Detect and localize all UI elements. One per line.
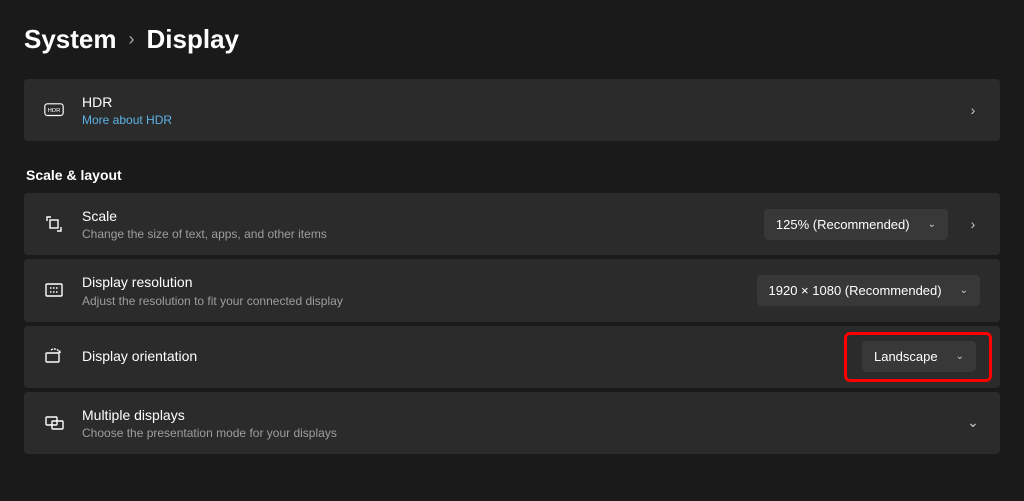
section-scale-layout: Scale & layout [26, 167, 1000, 183]
resolution-value: 1920 × 1080 (Recommended) [769, 283, 942, 298]
orientation-value: Landscape [874, 349, 938, 364]
page-title: Display [147, 24, 240, 55]
scale-row[interactable]: Scale Change the size of text, apps, and… [24, 193, 1000, 255]
multiple-displays-icon [44, 413, 64, 433]
scale-value: 125% (Recommended) [776, 217, 910, 232]
breadcrumb: System › Display [24, 24, 1000, 55]
orientation-title: Display orientation [82, 347, 862, 365]
hdr-icon: HDR [44, 100, 64, 120]
multiple-title: Multiple displays [82, 406, 948, 424]
chevron-down-icon: ⌄ [960, 285, 968, 296]
scale-title: Scale [82, 207, 764, 225]
orientation-dropdown[interactable]: Landscape ⌄ [862, 341, 976, 372]
breadcrumb-parent[interactable]: System [24, 24, 117, 55]
resolution-dropdown[interactable]: 1920 × 1080 (Recommended) ⌄ [757, 275, 980, 306]
chevron-right-icon: › [129, 29, 135, 50]
hdr-title: HDR [82, 93, 948, 111]
resolution-row[interactable]: Display resolution Adjust the resolution… [24, 259, 1000, 321]
multiple-sub: Choose the presentation mode for your di… [82, 426, 948, 440]
hdr-row[interactable]: HDR HDR More about HDR › [24, 79, 1000, 141]
resolution-sub: Adjust the resolution to fit your connec… [82, 294, 757, 308]
scale-icon [44, 214, 64, 234]
scale-dropdown[interactable]: 125% (Recommended) ⌄ [764, 209, 948, 240]
chevron-down-icon: ⌄ [956, 351, 964, 362]
resolution-icon [44, 280, 64, 300]
scale-sub: Change the size of text, apps, and other… [82, 227, 764, 241]
orientation-icon [44, 347, 64, 367]
chevron-right-icon: › [966, 102, 980, 118]
resolution-title: Display resolution [82, 273, 757, 291]
chevron-right-icon: › [966, 216, 980, 232]
svg-text:HDR: HDR [48, 109, 61, 115]
multiple-displays-row[interactable]: Multiple displays Choose the presentatio… [24, 392, 1000, 454]
chevron-down-icon: ⌄ [928, 219, 936, 230]
hdr-more-link[interactable]: More about HDR [82, 113, 948, 127]
orientation-row[interactable]: Display orientation Landscape ⌄ [24, 326, 1000, 388]
chevron-down-icon: ⌄ [966, 414, 980, 431]
